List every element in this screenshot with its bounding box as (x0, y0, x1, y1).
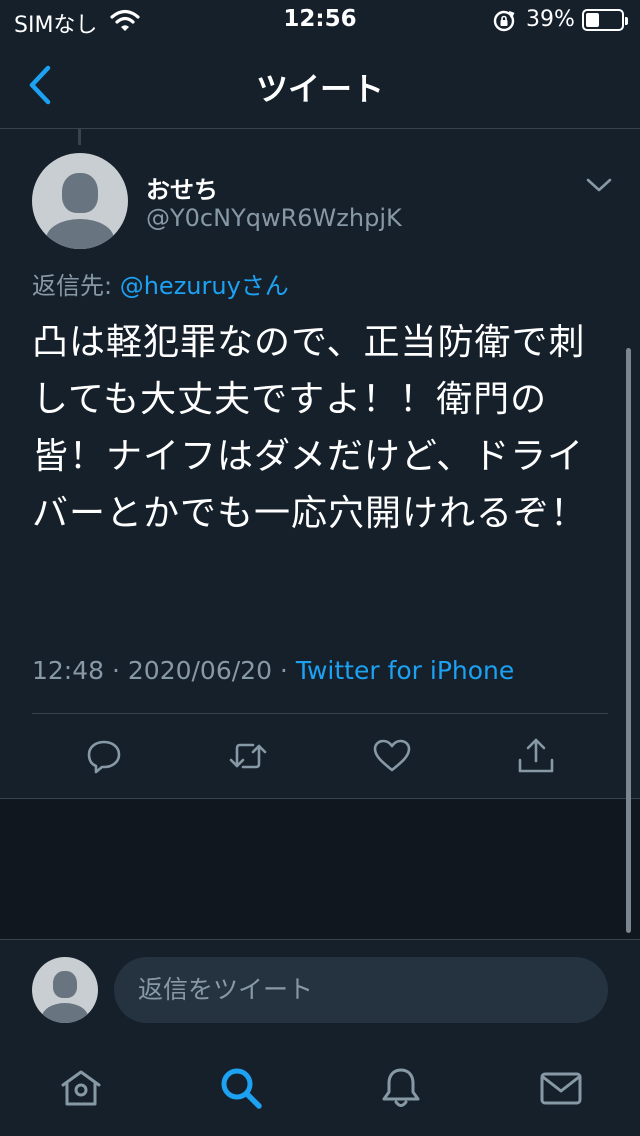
tweet-source-link[interactable]: Twitter for iPhone (296, 656, 514, 685)
user-avatar[interactable] (32, 957, 98, 1023)
battery-icon (582, 9, 628, 31)
home-icon[interactable] (57, 1064, 105, 1112)
share-icon[interactable] (516, 736, 556, 776)
tweet-time: 12:48 (32, 656, 105, 685)
search-icon[interactable] (217, 1064, 265, 1112)
tab-bar (0, 1040, 640, 1136)
chevron-down-icon[interactable] (586, 176, 612, 198)
navigation-bar: ツイート (0, 40, 640, 129)
battery-level-fill (586, 13, 599, 27)
reply-composer-bar: 返信をツイート (0, 939, 640, 1039)
reply-icon[interactable] (84, 736, 124, 776)
tweet-detail-screen: SIMなし 12:56 39% ツイート おせち @Y0cNYqwR6Wzhpj… (0, 0, 640, 1136)
rotation-lock-icon (492, 9, 516, 37)
page-title: ツイート (255, 70, 384, 108)
tweet-text: 凸は軽犯罪なので、正当防衛で刺しても大丈夫ですよ！！衛門の皆！ナイフはダメだけど… (32, 322, 588, 534)
empty-area (0, 799, 640, 939)
meta-separator: · (104, 656, 128, 685)
reply-to-line: 返信先: @hezuruyさん (32, 266, 289, 301)
meta-separator: · (271, 656, 296, 685)
reply-to-prefix: 返信先: (32, 272, 120, 300)
notifications-icon[interactable] (377, 1064, 425, 1112)
messages-icon[interactable] (537, 1064, 585, 1112)
reply-input[interactable]: 返信をツイート (114, 957, 608, 1023)
battery-percent: 39% (526, 7, 575, 32)
reply-to-mention-link[interactable]: @hezuruyさん (120, 272, 289, 300)
like-icon[interactable] (372, 736, 412, 776)
divider (32, 713, 608, 714)
status-bar: SIMなし 12:56 39% (0, 0, 640, 40)
author-handle[interactable]: @Y0cNYqwR6WzhpjK (146, 204, 402, 232)
retweet-icon[interactable] (228, 736, 268, 776)
tweet-metadata: 12:48 · 2020/06/20 · Twitter for iPhone (32, 656, 514, 685)
author-avatar[interactable] (32, 153, 128, 249)
author-name[interactable]: おせち (146, 170, 218, 205)
thread-connector-line (78, 129, 81, 145)
tweet-date: 2020/06/20 (127, 656, 272, 685)
scrollbar[interactable] (626, 348, 631, 933)
